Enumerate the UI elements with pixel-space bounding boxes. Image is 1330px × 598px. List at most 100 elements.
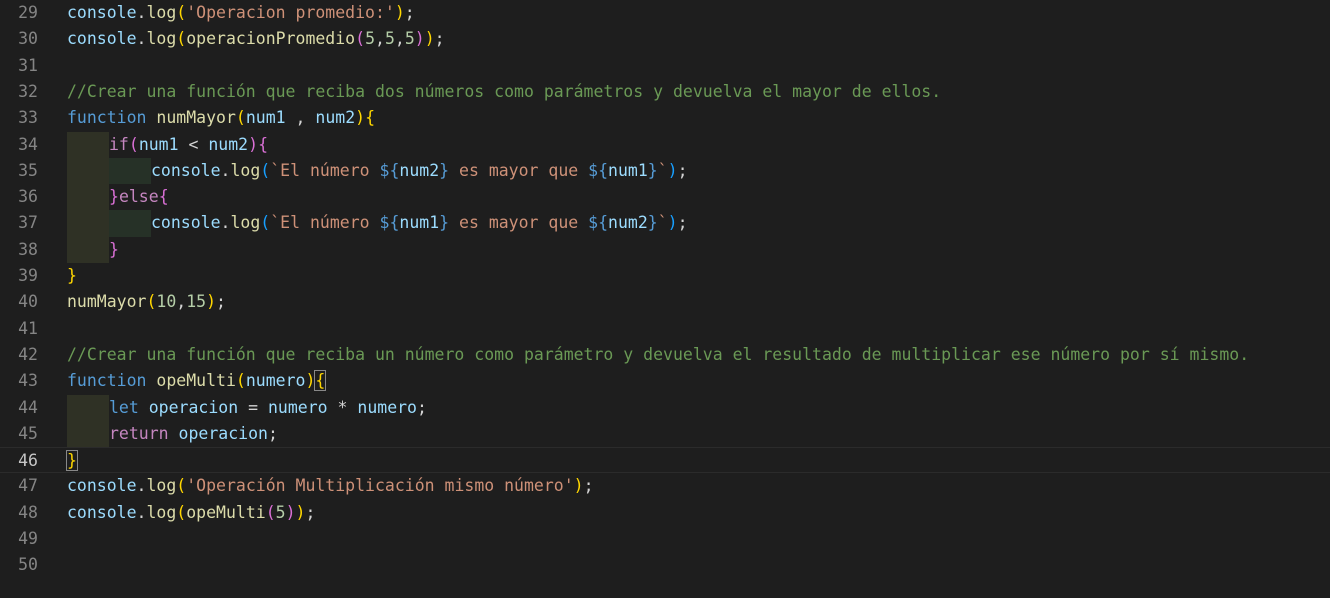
code-token: numero [357,397,417,417]
code-token: , [394,29,405,49]
line-number: 38 [18,239,38,259]
line-number: 31 [18,55,38,75]
line-number: 49 [18,529,38,548]
code-line[interactable]: 46} [0,447,1330,474]
code-token: { [158,187,169,207]
code-line[interactable]: 50 [0,552,1330,578]
code-token: num1 [608,160,648,180]
code-line[interactable]: 47 console.log('Operación Multiplicación … [0,473,1330,499]
code-token: else [118,187,159,207]
code-token: ; [677,160,688,180]
code-token: 15 [186,292,207,312]
code-token: numMayor [156,108,236,128]
code-line[interactable]: 49 [0,526,1330,552]
code-token: ) [414,29,425,49]
code-token: , [285,108,316,128]
code-token: ; [417,397,427,417]
code-token: num1 [399,213,440,233]
code-token: ( [235,108,246,128]
code-line[interactable]: 29 console.log('Operacion promedio:'); [0,0,1330,26]
code-line[interactable]: 33 function numMayor(num1 , num2){ [0,105,1330,131]
code-line[interactable]: 31 [0,53,1330,79]
line-number: 48 [18,502,38,522]
code-token: ( [235,371,246,391]
code-text: //Crear una función que reciba un número… [67,342,1249,368]
code-token: num2 [399,160,440,180]
line-number: 40 [18,292,38,312]
code-token: operacionPromedio [186,29,356,49]
code-token: operacion [178,423,268,443]
code-token: } [439,213,450,233]
code-line[interactable]: 38} [0,236,1330,263]
code-token: log [146,29,177,49]
code-token: console [151,213,221,233]
code-line[interactable]: 30 console.log(operacionPromedio(5,5,5)); [0,26,1330,52]
code-token: , [375,29,385,49]
code-text: if(num1 < num2){ [67,131,268,158]
code-token: } [67,266,77,285]
code-line[interactable]: 36}else{ [0,184,1330,211]
code-token: ${ [588,160,609,180]
code-text: return operacion; [67,420,278,448]
code-line[interactable]: 43 function opeMulti(numero){ [0,368,1330,394]
code-text: console.log(opeMulti(5)); [67,500,315,526]
code-text: //Crear una función que reciba dos númer… [67,79,941,105]
code-token: ( [355,29,366,49]
code-token: . [136,502,147,522]
code-text: function numMayor(num1 , num2){ [67,105,375,131]
code-line[interactable]: 35 console.log(`El número ${num2} es mayo… [0,157,1330,185]
code-editor[interactable]: 29 console.log('Operacion promedio:'); 30 c… [0,0,1330,598]
code-text: console.log(`El número ${num2} es mayor … [67,157,688,185]
code-text: console.log('Operación Multiplicación mi… [67,473,594,499]
code-token: ; [305,502,316,522]
code-line[interactable]: 34 if(num1 < num2){ [0,131,1330,158]
code-line[interactable]: 40 numMayor(10,15); [0,289,1330,315]
line-number: 34 [18,134,38,154]
code-line[interactable]: 42 //Crear una función que reciba un núme… [0,342,1330,368]
code-token: { [314,370,327,392]
code-token: //Crear una función que reciba un número… [67,344,1250,364]
code-token: 5 [384,29,395,49]
line-number: 29 [18,3,38,22]
code-token: 5 [275,502,286,522]
line-number: 43 [18,371,38,391]
code-token: . [136,476,147,496]
code-token: ; [267,423,278,443]
code-token: { [258,134,268,154]
code-token: ) [667,213,678,233]
code-token: ${ [379,213,400,233]
code-text: }else{ [67,184,169,211]
code-token: //Crear una función que reciba dos númer… [67,81,942,101]
line-number: 33 [18,108,38,128]
code-token: ) [206,292,217,312]
indent-guide [67,157,109,185]
code-token: opeMulti [156,371,236,391]
code-token: num1 [138,134,179,154]
code-token: * [327,397,358,417]
code-line[interactable]: 41 [0,316,1330,342]
code-line[interactable]: 48 console.log(opeMulti(5)); [0,500,1330,526]
code-line[interactable]: 37 console.log(`El número ${num1} es mayo… [0,210,1330,237]
code-token: num1 [245,108,286,128]
line-number: 45 [18,423,38,443]
line-number: 46 [18,451,38,471]
indent-guide [67,394,109,421]
indent-guide [67,184,109,211]
code-token: ) [573,476,584,496]
code-token: log [230,213,261,233]
code-token: ; [677,213,688,233]
code-token: `El número [270,160,380,180]
code-line[interactable]: 45 return operacion; [0,420,1330,448]
code-token: ; [583,476,594,496]
code-token: ( [176,29,187,49]
code-token: 'Operacion promedio:' [186,3,395,22]
code-line[interactable]: 39} [0,263,1330,289]
code-text: console.log(`El número ${num1} es mayor … [67,210,688,237]
line-number: 39 [18,266,38,285]
code-token: ) [305,371,316,391]
code-line[interactable]: 32 //Crear una función que reciba dos núm… [0,79,1330,105]
code-line[interactable]: 44 let operacion = numero * numero; [0,394,1330,421]
code-token: function [67,371,147,391]
code-token: ` [657,213,668,233]
code-token: numero [267,397,328,417]
